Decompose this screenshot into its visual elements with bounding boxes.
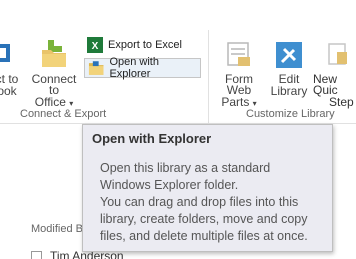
explorer-folder-icon <box>88 60 104 75</box>
form-web-parts-button[interactable]: Form Web Parts ▾ <box>213 40 265 109</box>
ribbon: ct to ook Connect to Office ▾ X Export t… <box>0 0 356 124</box>
tooltip-body: Open this library as a standard Windows … <box>100 160 332 245</box>
new-quick-step-label-2: Step <box>329 95 354 109</box>
tooltip-line-1: Open this library as a standard <box>100 161 271 175</box>
new-quick-step-label-1: New Quic <box>313 72 338 97</box>
connect-export-group-label: Connect & Export <box>20 108 107 120</box>
new-quick-step-button[interactable]: New Quic Step <box>313 40 356 108</box>
edit-library-tools-icon <box>276 42 302 68</box>
chevron-down-icon: ▾ <box>69 99 74 108</box>
connect-to-outlook-button[interactable]: ct to ook <box>0 38 20 97</box>
new-quick-step-icon <box>328 43 347 65</box>
outlook-label-2: ook <box>0 84 17 98</box>
tooltip-line-3: You can drag and drop files into this <box>100 195 299 209</box>
outlook-icon <box>0 44 10 62</box>
form-web-parts-icon <box>227 42 250 66</box>
svg-text:X: X <box>92 41 99 52</box>
group-divider <box>208 30 209 124</box>
export-to-excel-button[interactable]: X Export to Excel <box>87 35 182 55</box>
connect-to-office-button[interactable]: Connect to Office ▾ <box>26 38 82 109</box>
open-with-explorer-button[interactable]: Open with Explorer <box>84 56 201 80</box>
tooltip-line-4: library, create folders, move and copy <box>100 212 308 226</box>
export-excel-label: Export to Excel <box>108 39 182 51</box>
open-with-explorer-tooltip: Open with Explorer Open this library as … <box>82 124 333 252</box>
open-explorer-label: Open with Explorer <box>109 56 159 80</box>
tooltip-line-2: Windows Explorer folder. <box>100 178 239 192</box>
excel-icon: X <box>87 37 103 53</box>
form-web-parts-label-1: Form Web <box>225 72 253 97</box>
modified-by-column-header[interactable]: Modified By <box>31 223 88 235</box>
edit-library-label-2: Library <box>270 84 308 98</box>
office-folder-icon <box>42 40 66 67</box>
tooltip-line-5: files, and delete multiple files at once… <box>100 229 308 243</box>
chevron-down-icon: ▾ <box>252 99 257 108</box>
connect-office-label-1: Connect to <box>31 72 77 97</box>
tooltip-title: Open with Explorer <box>92 131 212 146</box>
edit-library-button[interactable]: Edit Library <box>270 40 308 97</box>
row-checkbox[interactable] <box>31 250 42 259</box>
customize-library-group-label: Customize Library <box>246 108 335 120</box>
